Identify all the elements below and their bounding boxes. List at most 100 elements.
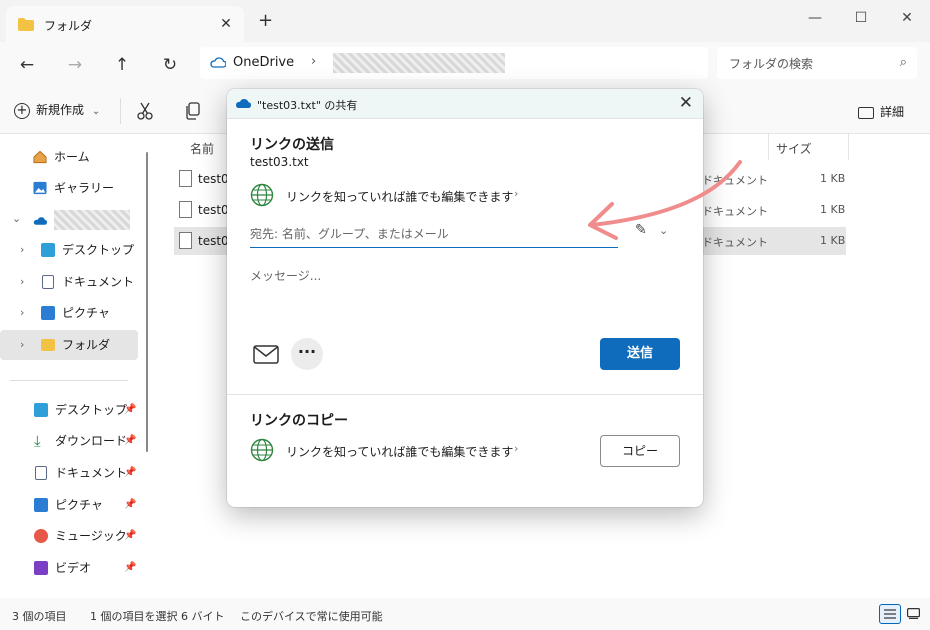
send-button[interactable]: 送信 [600,338,680,370]
chevron-right-icon: › [514,442,519,455]
sidebar-item-label: フォルダ [62,338,111,352]
pencil-icon[interactable]: ✎ [635,222,647,238]
file-type: ドキュメント [702,205,768,218]
sidebar-item-label: デスクトップ [62,243,135,257]
desktop-icon [34,403,48,417]
column-header-name[interactable]: 名前 [190,140,214,157]
documents-icon [42,275,54,289]
quick-access-documents[interactable]: ドキュメント 📌 [0,458,138,488]
title-bar: フォルダ ✕ + — ☐ ✕ [0,0,930,42]
sidebar-item-documents[interactable]: › ドキュメント [0,267,138,297]
minimize-button[interactable]: — [792,4,838,32]
details-view-button[interactable] [879,604,901,624]
sidebar-item-desktop[interactable]: › デスクトップ [0,235,138,265]
quick-access-desktop[interactable]: デスクトップ 📌 [0,395,138,425]
refresh-button[interactable]: ↻ [155,50,185,80]
sidebar-scrollbar[interactable] [146,152,148,452]
send-link-heading: リンクの送信 [250,137,334,153]
chevron-right-icon[interactable]: › [20,235,24,265]
sidebar-item-pictures[interactable]: › ピクチャ [0,298,138,328]
shared-file-name: test03.txt [250,155,309,169]
search-icon[interactable]: ⌕ [900,55,907,70]
quick-access-label: ダウンロード [55,434,128,448]
share-dialog: "test03.txt" の共有 ✕ リンクの送信 test03.txt リンク… [227,89,703,507]
sidebar-item-label: ホーム [54,150,90,164]
status-bar: 3 個の項目 1 個の項目を選択 6 バイト このデバイスで常に使用可能 [0,598,930,630]
column-header-size[interactable]: サイズ [776,140,812,157]
sidebar-item-home[interactable]: ホーム [0,142,138,172]
status-selection: 1 個の項目を選択 6 バイト [90,610,225,623]
status-item-count: 3 個の項目 [12,610,67,623]
chevron-right-icon[interactable]: › [20,267,24,297]
download-icon: ⤓ [34,432,41,450]
dialog-divider [227,394,703,395]
file-type: ドキュメント [702,236,768,249]
tiles-view-button[interactable] [903,604,925,624]
new-button[interactable]: + 新規作成 ⌄ [14,101,100,119]
folder-icon [41,339,55,351]
pin-icon[interactable]: 📌 [124,553,136,583]
pin-icon[interactable]: 📌 [124,490,136,520]
globe-icon [250,183,274,207]
onedrive-cloud-icon [210,57,226,68]
close-window-button[interactable]: ✕ [884,4,930,32]
file-type: ドキュメント [702,174,768,187]
pin-icon[interactable]: 📌 [124,395,136,425]
chevron-right-icon[interactable]: › [20,298,24,328]
copy-icon[interactable] [185,102,201,120]
recipient-placeholder: 宛先: 名前、グループ、またはメール [250,227,449,241]
quick-access-downloads[interactable]: ⤓ ダウンロード 📌 [0,426,138,456]
breadcrumb-onedrive[interactable]: OneDrive [233,55,294,70]
mail-icon[interactable] [253,345,279,364]
home-icon [33,150,47,164]
sidebar-divider [10,380,128,381]
recipient-input[interactable]: 宛先: 名前、グループ、またはメール [250,220,618,248]
redacted-account-name [54,210,130,230]
search-box[interactable]: フォルダの検索 ⌕ [717,47,917,79]
quick-access-label: ピクチャ [55,498,103,512]
link-permission-setting[interactable]: リンクを知っていれば誰でも編集できます › [250,183,540,209]
link-permission-text: リンクを知っていれば誰でも編集できます [286,445,514,459]
pin-icon[interactable]: 📌 [124,426,136,456]
more-options-button[interactable]: ··· [291,338,323,370]
tab-label: フォルダ [44,19,93,33]
up-button[interactable]: ↑ [107,50,137,80]
column-divider[interactable] [848,134,849,160]
video-icon [34,561,48,575]
new-tab-button[interactable]: + [258,12,273,30]
text-file-icon [179,201,192,218]
maximize-button[interactable]: ☐ [838,4,884,32]
message-input[interactable]: メッセージ... [250,267,321,284]
copy-link-permission-setting[interactable]: リンクを知っていれば誰でも編集できます › [250,438,540,464]
pin-icon[interactable]: 📌 [124,521,136,551]
tab-close-icon[interactable]: ✕ [216,14,236,34]
chevron-down-icon[interactable]: ⌄ [12,204,21,234]
copy-link-button[interactable]: コピー [600,435,680,467]
folder-icon [18,18,34,31]
back-button[interactable]: ← [12,50,42,80]
pin-icon[interactable]: 📌 [124,458,136,488]
close-icon[interactable]: ✕ [679,93,693,113]
sidebar-item-label: ドキュメント [62,275,135,289]
navigation-pane: ホーム ギャラリー ⌄ › デスクトップ › ドキュメント › ピクチャ › フ… [0,134,155,596]
quick-access-label: ミュージック [55,529,127,543]
column-divider[interactable] [768,134,769,160]
details-button[interactable]: 詳細 [858,103,904,120]
quick-access-videos[interactable]: ビデオ 📌 [0,553,138,583]
tab-folder[interactable]: フォルダ ✕ [6,6,244,42]
sidebar-item-gallery[interactable]: ギャラリー [0,173,138,203]
chevron-right-icon[interactable]: › [20,330,24,360]
sidebar-item-label: ピクチャ [62,306,110,320]
sidebar-item-folder[interactable]: › フォルダ [0,330,138,360]
breadcrumb-chevron-icon[interactable]: › [311,54,316,69]
chevron-down-icon[interactable]: ⌄ [659,224,668,237]
breadcrumb-redacted[interactable] [333,53,505,73]
quick-access-pictures[interactable]: ピクチャ 📌 [0,490,138,520]
share-dialog-title: "test03.txt" の共有 [257,99,358,112]
address-bar[interactable]: OneDrive › [200,47,708,79]
link-permission-text: リンクを知っていれば誰でも編集できます [286,190,514,204]
text-file-icon [179,170,192,187]
cut-icon[interactable] [137,102,153,120]
quick-access-music[interactable]: ミュージック 📌 [0,521,138,551]
forward-button[interactable]: → [60,50,90,80]
